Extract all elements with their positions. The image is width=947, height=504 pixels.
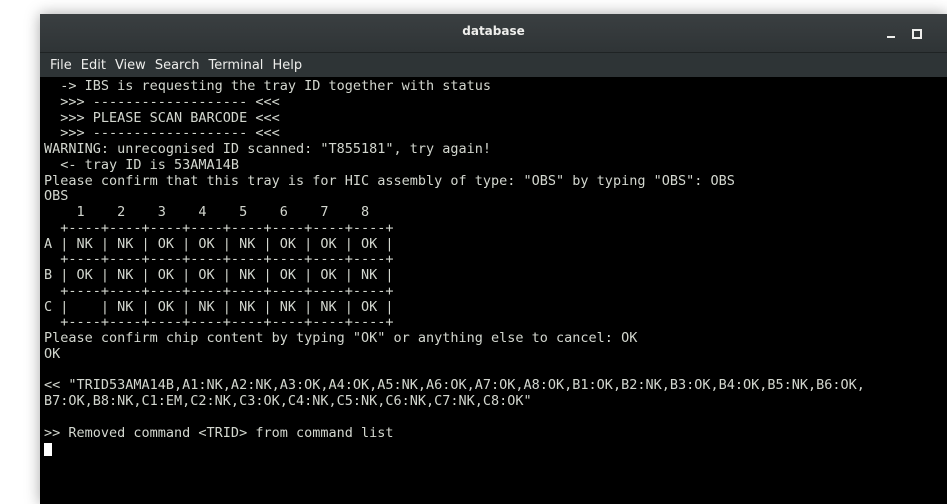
terminal-cursor xyxy=(44,443,52,457)
menu-bar: File Edit View Search Terminal Help xyxy=(40,53,947,77)
window-title: database xyxy=(462,24,525,38)
minimize-icon xyxy=(887,35,895,38)
terminal-line: 1 2 3 4 5 6 7 8 xyxy=(44,204,370,220)
maximize-icon xyxy=(912,28,922,39)
minimize-button[interactable] xyxy=(881,23,901,43)
terminal-line: WARNING: unrecognised ID scanned: "T8551… xyxy=(44,141,492,157)
terminal-line: +----+----+----+----+----+----+----+----… xyxy=(44,282,394,299)
title-bar[interactable]: database xyxy=(40,14,947,53)
terminal-line: >>> PLEASE SCAN BARCODE <<< xyxy=(44,109,280,126)
terminal-line: C | | NK | OK | NK | NK | NK | NK | OK | xyxy=(44,298,394,315)
terminal-output[interactable]: -> IBS is requesting the tray ID togethe… xyxy=(40,77,947,504)
terminal-line: +----+----+----+----+----+----+----+----… xyxy=(44,314,394,331)
menu-view[interactable]: View xyxy=(115,58,146,73)
terminal-line: B7:OK,B8:NK,C1:EM,C2:NK,C3:OK,C4:NK,C5:N… xyxy=(44,393,532,409)
terminal-text: -> IBS is requesting the tray ID togethe… xyxy=(44,78,947,457)
terminal-line: -> IBS is requesting the tray ID togethe… xyxy=(44,78,492,94)
menu-edit[interactable]: Edit xyxy=(81,58,106,73)
terminal-line: <- tray ID is 53AMA14B xyxy=(44,156,240,173)
menu-file[interactable]: File xyxy=(50,58,72,73)
terminal-window: database File Edit View Search Terminal … xyxy=(40,14,947,504)
terminal-line: A | NK | NK | OK | OK | NK | OK | OK | O… xyxy=(44,235,394,252)
terminal-line: +----+----+----+----+----+----+----+----… xyxy=(44,219,394,236)
terminal-line: OBS xyxy=(44,188,69,205)
terminal-line: >>> ------------------- <<< xyxy=(44,93,280,110)
terminal-line: >> Removed command <TRID> from command l… xyxy=(44,424,394,441)
terminal-line: << "TRID53AMA14B,A1:NK,A2:NK,A3:OK,A4:OK… xyxy=(44,377,865,394)
terminal-line: >>> ------------------- <<< xyxy=(44,125,280,142)
menu-terminal[interactable]: Terminal xyxy=(208,58,263,73)
terminal-line: B | OK | NK | OK | OK | NK | OK | OK | N… xyxy=(44,267,394,283)
terminal-line: Please confirm that this tray is for HIC… xyxy=(44,172,735,189)
menu-search[interactable]: Search xyxy=(155,58,200,73)
maximize-button[interactable] xyxy=(907,23,927,43)
terminal-line: OK xyxy=(44,345,61,362)
menu-help[interactable]: Help xyxy=(272,58,302,73)
terminal-line: Please confirm chip content by typing "O… xyxy=(44,330,638,346)
terminal-line: +----+----+----+----+----+----+----+----… xyxy=(44,251,394,268)
